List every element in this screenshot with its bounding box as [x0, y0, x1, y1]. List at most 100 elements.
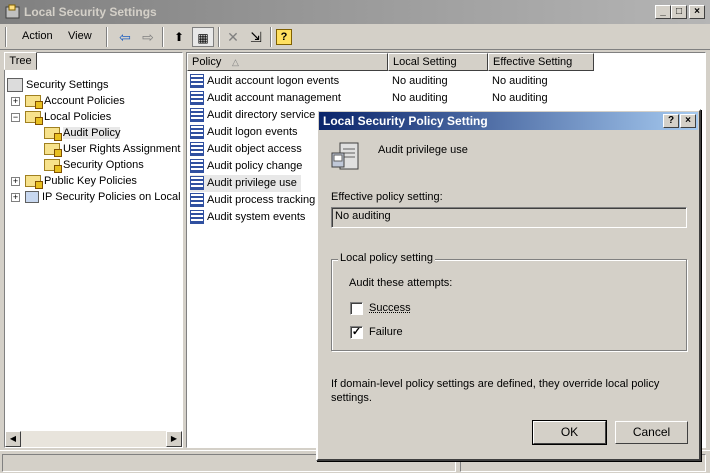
- dialog-title: Local Security Policy Setting: [323, 114, 488, 128]
- tree-item-ip-security[interactable]: IP Security Policies on Local: [25, 189, 181, 205]
- show-hide-tree-icon[interactable]: ▦: [192, 27, 214, 47]
- scroll-left-icon[interactable]: ◀: [5, 431, 21, 447]
- tree-item-local-policies[interactable]: Local Policies: [25, 109, 112, 126]
- list-item-selected[interactable]: Audit privilege use: [190, 175, 301, 192]
- policy-name: Audit privilege use: [378, 144, 468, 156]
- policy-icon: [190, 108, 204, 123]
- tree-item-label: Audit Policy: [63, 127, 121, 139]
- ok-button[interactable]: OK: [532, 420, 607, 445]
- app-icon: [5, 4, 21, 20]
- policy-name: Audit policy change: [207, 160, 303, 172]
- maximize-button[interactable]: □: [671, 5, 687, 19]
- policy-icon: [190, 142, 204, 157]
- policy-name: Audit directory service: [207, 109, 316, 121]
- up-folder-icon[interactable]: ⬆: [168, 27, 190, 47]
- collapse-icon[interactable]: −: [11, 113, 20, 122]
- close-button[interactable]: ×: [689, 5, 705, 19]
- delete-icon[interactable]: ✕: [222, 27, 244, 47]
- audit-attempts-label: Audit these attempts:: [349, 277, 453, 289]
- title-bar: Local Security Settings _ □ ×: [0, 0, 710, 24]
- list-item[interactable]: Audit account management: [190, 90, 341, 107]
- expand-icon[interactable]: +: [11, 177, 20, 186]
- tree-pane[interactable]: Security Settings + Account Policies − L…: [4, 52, 183, 448]
- menu-action[interactable]: Action: [22, 30, 53, 42]
- tree-item-security-options[interactable]: Security Options: [44, 157, 144, 174]
- tree-item-label: Security Options: [63, 159, 144, 171]
- back-arrow-icon[interactable]: ⇦: [114, 27, 136, 47]
- policy-icon: [190, 193, 204, 208]
- policy-name: Audit system events: [207, 211, 306, 223]
- dialog-title-bar: Local Security Policy Setting ? ×: [319, 112, 698, 130]
- tree-item-account-policies[interactable]: Account Policies: [25, 93, 125, 110]
- failure-label[interactable]: Failure: [369, 326, 403, 338]
- minimize-button[interactable]: _: [655, 5, 671, 19]
- help-button[interactable]: ?: [663, 114, 679, 128]
- effective-setting-value: No auditing: [492, 92, 548, 104]
- policy-icon: [190, 210, 204, 225]
- tree-item-label: Public Key Policies: [44, 175, 137, 187]
- tree-item-label: Local Policies: [44, 111, 112, 123]
- local-setting-value: No auditing: [392, 92, 448, 104]
- sort-ascending-icon: △: [232, 57, 239, 67]
- column-header-effective-setting[interactable]: Effective Setting: [488, 53, 594, 71]
- expand-icon[interactable]: +: [11, 193, 20, 202]
- column-header-policy[interactable]: Policy △: [187, 53, 388, 71]
- list-item[interactable]: Audit system events: [190, 209, 305, 226]
- ip-security-icon: [25, 191, 39, 204]
- folder-lock-icon: [44, 143, 62, 158]
- effective-setting-label: Effective policy setting:: [331, 191, 443, 203]
- local-setting-value: No auditing: [392, 75, 448, 87]
- dialog-close-button[interactable]: ×: [680, 114, 696, 128]
- success-checkbox[interactable]: [350, 302, 363, 315]
- policy-name: Audit account management: [207, 92, 341, 104]
- effective-setting-value: No auditing: [492, 75, 548, 87]
- failure-checkbox[interactable]: ✓: [350, 326, 363, 339]
- folder-icon: [25, 175, 43, 190]
- list-item[interactable]: Audit directory service: [190, 107, 315, 124]
- list-item[interactable]: Audit logon events: [190, 124, 298, 141]
- tree-horizontal-scrollbar[interactable]: ◀ ▶: [5, 431, 182, 447]
- tree-item-security-settings[interactable]: Security Settings: [7, 77, 109, 93]
- policy-icon: [190, 74, 204, 89]
- tree-item-public-key[interactable]: Public Key Policies: [25, 173, 137, 190]
- policy-name: Audit account logon events: [207, 75, 340, 87]
- policy-name: Audit process tracking: [207, 194, 316, 206]
- tab-tree[interactable]: Tree: [4, 52, 37, 70]
- effective-setting-field: No auditing: [331, 207, 687, 228]
- folder-lock-icon: [44, 159, 62, 174]
- tree-item-audit-policy[interactable]: Audit Policy: [44, 125, 121, 142]
- folder-lock-icon: [44, 127, 62, 142]
- export-list-icon[interactable]: ⇲: [245, 27, 267, 47]
- domain-override-note: If domain-level policy settings are defi…: [331, 378, 660, 404]
- policy-setting-dialog: Local Security Policy Setting ? × Audit …: [316, 109, 701, 461]
- toolbar-separator: [162, 27, 164, 47]
- tree-item-label: Security Settings: [26, 79, 109, 91]
- scroll-right-icon[interactable]: ▶: [166, 431, 182, 447]
- list-item[interactable]: Audit object access: [190, 141, 302, 158]
- list-item[interactable]: Audit process tracking: [190, 192, 315, 209]
- policy-name: Audit logon events: [207, 126, 298, 138]
- policy-icon: [190, 125, 204, 140]
- policy-server-icon: [330, 141, 364, 176]
- policy-icon: [190, 91, 204, 106]
- forward-arrow-icon[interactable]: ⇨: [137, 27, 159, 47]
- column-header-local-setting[interactable]: Local Setting: [388, 53, 488, 71]
- policy-icon: [190, 159, 204, 174]
- tree-item-user-rights[interactable]: User Rights Assignment: [44, 141, 181, 158]
- security-settings-icon: [7, 78, 23, 93]
- toolbar: Action View ⇦ ⇨ ⬆ ▦ ✕ ⇲ ?: [0, 24, 710, 50]
- list-item[interactable]: Audit policy change: [190, 158, 302, 175]
- tree-item-label: User Rights Assignment: [63, 143, 181, 155]
- policy-name: Audit object access: [207, 143, 302, 155]
- column-label: Policy: [192, 56, 222, 68]
- policy-name: Audit privilege use: [207, 177, 297, 189]
- folder-lock-icon: [25, 111, 43, 126]
- list-item[interactable]: Audit account logon events: [190, 73, 339, 90]
- cancel-button[interactable]: Cancel: [615, 421, 688, 444]
- expand-icon[interactable]: +: [11, 97, 20, 106]
- menu-view[interactable]: View: [68, 30, 92, 42]
- local-policy-group-label: Local policy setting: [338, 252, 435, 264]
- success-label[interactable]: Success: [369, 302, 411, 314]
- toolbar-separator: [106, 27, 108, 47]
- help-icon[interactable]: ?: [276, 29, 292, 45]
